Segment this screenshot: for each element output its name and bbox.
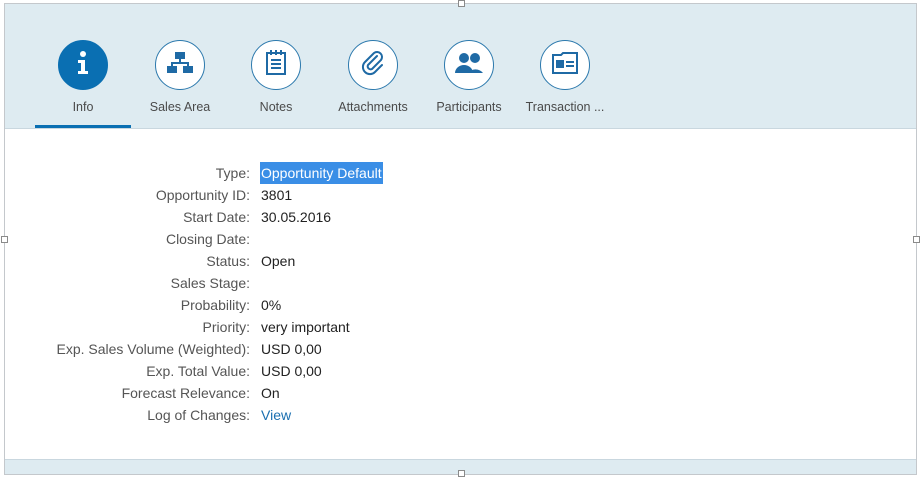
tab-attachments[interactable]: Attachments: [325, 40, 421, 128]
resize-handle-left[interactable]: [1, 236, 8, 243]
field-probability-value: 0%: [261, 297, 282, 313]
field-status-label: Status:: [206, 253, 250, 269]
field-log-of-changes: Log of Changes: View: [5, 404, 605, 426]
field-exp-total-value-label: Exp. Total Value:: [146, 363, 250, 379]
tab-sales-area[interactable]: Sales Area: [132, 40, 228, 128]
field-type: Type: Opportunity Default: [5, 162, 605, 184]
tab-transaction-label: Transaction ...: [525, 100, 605, 114]
field-exp-sales-volume-label: Exp. Sales Volume (Weighted):: [56, 341, 250, 357]
tab-participants-circle: [444, 40, 494, 90]
resize-handle-right[interactable]: [913, 236, 920, 243]
field-exp-sales-volume: Exp. Sales Volume (Weighted): USD 0,00: [5, 338, 605, 360]
field-start-date-label: Start Date:: [183, 209, 250, 225]
field-priority-value: very important: [261, 319, 350, 335]
field-forecast-relevance-label: Forecast Relevance:: [121, 385, 250, 401]
org-chart-icon: [167, 51, 193, 80]
view-log-link[interactable]: View: [261, 404, 291, 426]
field-status: Status: Open: [5, 250, 605, 272]
tab-participants-label: Participants: [436, 100, 502, 114]
tab-transaction-circle: [540, 40, 590, 90]
field-probability-label: Probability:: [180, 297, 250, 313]
id-card-icon: [551, 51, 579, 80]
active-tab-indicator: [35, 125, 131, 128]
resize-handle-bottom[interactable]: [458, 470, 465, 477]
field-type-value: Opportunity Default: [260, 162, 383, 184]
tab-notes-label: Notes: [259, 100, 293, 114]
field-exp-total-value-value: USD 0,00: [261, 363, 322, 379]
field-sales-stage: Sales Stage:: [5, 272, 605, 294]
field-closing-date: Closing Date:: [5, 228, 605, 250]
paperclip-icon: [360, 50, 386, 81]
info-icon: [72, 50, 94, 81]
tab-attachments-circle: [348, 40, 398, 90]
field-opportunity-id-label: Opportunity ID:: [155, 187, 250, 203]
tab-notes-circle: [251, 40, 301, 90]
opportunity-panel: Info Sales Area Notes Attachments Partic…: [4, 3, 917, 475]
field-exp-sales-volume-value: USD 0,00: [261, 341, 322, 357]
notes-icon: [265, 49, 287, 81]
field-start-date: Start Date: 30.05.2016: [5, 206, 605, 228]
field-priority-label: Priority:: [202, 319, 250, 335]
field-opportunity-id-value: 3801: [261, 187, 293, 203]
tab-notes[interactable]: Notes: [228, 40, 324, 128]
field-status-value: Open: [261, 253, 296, 269]
field-closing-date-label: Closing Date:: [165, 231, 250, 247]
tab-transaction[interactable]: Transaction ...: [517, 40, 613, 128]
tab-bar: Info Sales Area Notes Attachments Partic…: [5, 4, 916, 129]
field-probability: Probability: 0%: [5, 294, 605, 316]
field-exp-total-value: Exp. Total Value: USD 0,00: [5, 360, 605, 382]
tab-sales-area-label: Sales Area: [149, 100, 211, 114]
tab-info-label: Info: [72, 100, 94, 114]
tab-attachments-label: Attachments: [338, 100, 408, 114]
field-forecast-relevance: Forecast Relevance: On: [5, 382, 605, 404]
tab-info-circle: [58, 40, 108, 90]
field-forecast-relevance-value: On: [261, 385, 280, 401]
field-type-label: Type:: [215, 165, 250, 181]
resize-handle-top[interactable]: [458, 0, 465, 7]
field-priority: Priority: very important: [5, 316, 605, 338]
info-form: Type: Opportunity Default Opportunity ID…: [5, 162, 605, 426]
field-sales-stage-label: Sales Stage:: [170, 275, 250, 291]
field-start-date-value: 30.05.2016: [261, 209, 332, 225]
field-log-of-changes-label: Log of Changes:: [147, 407, 250, 423]
people-icon: [455, 52, 483, 79]
tab-info[interactable]: Info: [35, 40, 131, 128]
tab-sales-area-circle: [155, 40, 205, 90]
tab-participants[interactable]: Participants: [421, 40, 517, 128]
field-opportunity-id: Opportunity ID: 3801: [5, 184, 605, 206]
